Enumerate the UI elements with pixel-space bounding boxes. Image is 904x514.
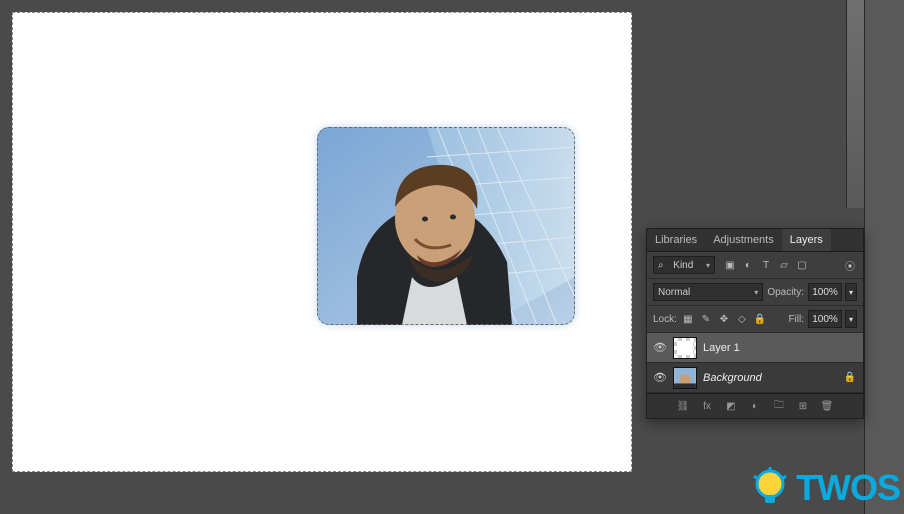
fill-value[interactable]: 100% [808,310,842,328]
layer-mask-icon[interactable]: ◩ [724,399,738,413]
canvas[interactable] [12,12,632,472]
fill-label: Fill: [788,314,804,325]
pasted-image [317,127,575,325]
lock-indicator-icon[interactable]: 🔒 [843,372,857,383]
new-layer-icon[interactable]: ⊞ [796,399,810,413]
layer-item[interactable]: 👁 Layer 1 [647,333,863,363]
layer-fx-icon[interactable]: fx [700,399,714,413]
adjustment-layer-icon[interactable]: ◐ [748,399,762,413]
layers-panel: Libraries Adjustments Layers ⌕ Kind ▾ ▣ … [646,228,864,419]
opacity-value[interactable]: 100% [808,283,842,301]
layer-list: 👁 Layer 1 👁 Background 🔒 [647,333,863,393]
filter-adjust-icon[interactable]: ◐ [741,258,755,272]
delete-layer-icon[interactable]: 🗑 [820,399,834,413]
vertical-ruler [846,0,864,208]
blend-row: Normal ▾ Opacity: 100% ▾ [647,279,863,306]
chevron-down-icon: ▾ [706,261,710,270]
blend-mode-dropdown[interactable]: Normal ▾ [653,283,763,301]
chevron-down-icon: ▾ [754,288,758,297]
tab-layers[interactable]: Layers [782,229,831,251]
fill-stepper[interactable]: ▾ [845,310,857,328]
filter-kind-label: Kind [673,260,693,271]
filter-toggle[interactable]: ⦿ [843,258,857,272]
watermark-text: TWOS [796,467,900,509]
search-icon: ⌕ [658,260,664,271]
layer-name[interactable]: Layer 1 [703,342,857,354]
tab-libraries[interactable]: Libraries [647,229,705,251]
layer-name[interactable]: Background [703,372,837,384]
opacity-label: Opacity: [767,287,804,298]
filter-smart-icon[interactable]: ▢ [795,258,809,272]
filter-kind-dropdown[interactable]: ⌕ Kind ▾ [653,256,715,274]
layers-footer: ⛓ fx ◩ ◐ 🗀 ⊞ 🗑 [647,393,863,418]
link-layers-icon[interactable]: ⛓ [676,399,690,413]
tab-adjustments[interactable]: Adjustments [705,229,782,251]
lock-all-icon[interactable]: 🔒 [753,312,767,326]
lock-label: Lock: [653,314,677,325]
watermark-logo: TWOS [748,466,900,510]
layer-thumbnail[interactable] [673,367,697,389]
layer-group-icon[interactable]: 🗀 [772,399,786,413]
filter-shape-icon[interactable]: ▱ [777,258,791,272]
filter-pixel-icon[interactable]: ▣ [723,258,737,272]
pasted-image-selection[interactable] [317,127,575,325]
layer-item[interactable]: 👁 Background 🔒 [647,363,863,393]
lock-artboard-icon[interactable]: ◇ [735,312,749,326]
lightbulb-icon [748,466,792,510]
filter-type-icon[interactable]: T [759,258,773,272]
lock-position-icon[interactable]: ✥ [717,312,731,326]
lock-transparency-icon[interactable]: ▦ [681,312,695,326]
lock-brush-icon[interactable]: ✎ [699,312,713,326]
visibility-toggle[interactable]: 👁 [653,341,667,354]
panel-tab-bar: Libraries Adjustments Layers [647,229,863,252]
lock-row: Lock: ▦ ✎ ✥ ◇ 🔒 Fill: 100% ▾ [647,306,863,333]
opacity-stepper[interactable]: ▾ [845,283,857,301]
right-dock [864,0,904,514]
visibility-toggle[interactable]: 👁 [653,371,667,384]
blend-mode-value: Normal [658,287,690,298]
layer-filter-row: ⌕ Kind ▾ ▣ ◐ T ▱ ▢ ⦿ [647,252,863,279]
layer-thumbnail[interactable] [673,337,697,359]
